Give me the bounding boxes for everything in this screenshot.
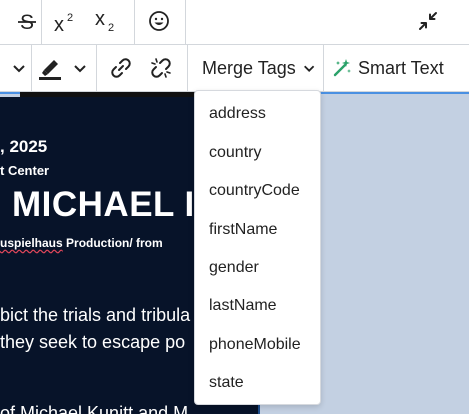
chevron-down-icon [303, 65, 314, 72]
chevron-down-icon [74, 65, 86, 73]
body-text-line: they seek to escape po [0, 332, 186, 352]
superscript-icon: x 2 [54, 12, 73, 35]
production-text: Production/ from [62, 236, 163, 250]
svg-text:x: x [54, 14, 64, 35]
toolbar-row-1: S x 2 x 2 [0, 0, 469, 45]
svg-text:x: x [95, 8, 105, 30]
unlink-icon [151, 58, 171, 78]
highlighter-icon [39, 60, 61, 80]
highlight-color-dropdown-button[interactable] [69, 57, 91, 79]
misspelled-word: uspielhaus [0, 236, 63, 250]
merge-tag-item[interactable]: state [209, 374, 244, 392]
svg-text:2: 2 [108, 22, 114, 33]
smart-text-button[interactable]: Smart Text [332, 55, 462, 81]
body-text-line: of Michael Kunitt and M [0, 403, 189, 414]
performer-name: MICHAEL I [12, 185, 195, 224]
emoji-button[interactable] [147, 9, 171, 33]
merge-tags-label: Merge Tags [202, 57, 296, 78]
strikethrough-icon: S [18, 11, 36, 33]
merge-tag-item[interactable]: phoneMobile [209, 336, 301, 354]
highlight-color-button[interactable] [36, 54, 64, 82]
merge-tag-item[interactable]: countryCode [209, 182, 300, 200]
production-line: uspielhaus Production/ from [0, 236, 163, 250]
event-venue: t Center [0, 163, 50, 178]
strikethrough-button[interactable]: S [14, 9, 40, 35]
merge-tag-item[interactable]: country [209, 144, 261, 162]
merge-tags-dropdown: address country countryCode firstName ge… [194, 90, 321, 405]
emoji-icon [149, 11, 169, 31]
toolbar-separator [134, 0, 135, 44]
remove-link-button[interactable] [147, 54, 175, 82]
toolbar-row-2: Merge Tags Smart Text [0, 45, 469, 92]
insert-link-button[interactable] [107, 54, 135, 82]
collapse-toolbar-button[interactable] [416, 9, 440, 33]
chevron-down-icon [13, 65, 25, 73]
toolbar-separator [185, 0, 186, 44]
collapse-icon [419, 12, 437, 30]
toolbar-separator [187, 45, 188, 91]
svg-text:2: 2 [67, 12, 73, 24]
text-style-dropdown-button[interactable] [8, 57, 30, 79]
subscript-button[interactable]: x 2 [93, 6, 123, 34]
event-date: , 2025 [0, 137, 48, 156]
merge-tag-item[interactable]: gender [209, 259, 259, 277]
merge-tag-item[interactable]: firstName [209, 221, 277, 239]
link-icon [111, 58, 131, 78]
toolbar-separator [41, 0, 42, 44]
subscript-icon: x 2 [95, 8, 114, 33]
merge-tag-item[interactable]: lastName [209, 297, 277, 315]
toolbar-separator [31, 45, 32, 91]
superscript-button[interactable]: x 2 [52, 8, 82, 36]
merge-tags-button[interactable]: Merge Tags [196, 55, 316, 81]
toolbar-separator [96, 45, 97, 91]
merge-tag-item[interactable]: address [209, 105, 266, 123]
toolbar-separator [323, 45, 324, 91]
magic-wand-icon [333, 59, 351, 77]
body-text-line: bict the trials and tribula [0, 305, 191, 325]
smart-text-label: Smart Text [358, 57, 444, 78]
